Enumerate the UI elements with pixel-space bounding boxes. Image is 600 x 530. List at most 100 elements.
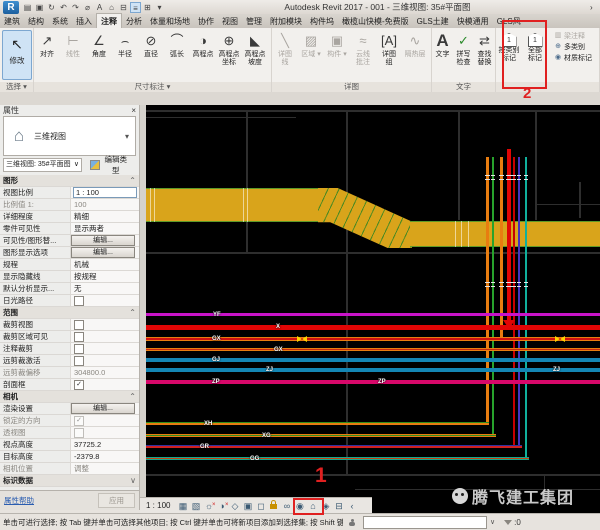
section-icon[interactable]: ⊟ bbox=[118, 2, 129, 13]
value-input[interactable]: 1 : 100 bbox=[73, 187, 137, 198]
close-icon[interactable]: × bbox=[131, 106, 136, 115]
对齐-button[interactable]: ↗对齐 bbox=[34, 29, 60, 82]
duct-right-segment[interactable] bbox=[410, 221, 600, 247]
tab-快模通用[interactable]: 快模通用 bbox=[453, 14, 493, 28]
edit-button[interactable]: 编辑... bbox=[71, 403, 135, 414]
property-row-比例值 1:[interactable]: 比例值 1:100 bbox=[0, 199, 139, 211]
filter-icon[interactable] bbox=[504, 520, 512, 525]
property-row-规程[interactable]: 规程机械 bbox=[0, 259, 139, 271]
temp-hide-isolate-icon[interactable]: ∞ bbox=[280, 499, 293, 513]
riser-3[interactable] bbox=[500, 157, 503, 339]
property-row-默认分析显示...[interactable]: 默认分析显示...无 bbox=[0, 283, 139, 295]
edit-button[interactable]: 编辑... bbox=[71, 235, 135, 246]
default-3d-view-icon[interactable]: ⌂ bbox=[106, 2, 117, 13]
duct-transition[interactable] bbox=[318, 188, 412, 248]
tab-系统[interactable]: 系统 bbox=[48, 14, 72, 28]
view-canvas[interactable]: YFXGXGXGJZJZJZPZPXHXGGRGG 腾飞建工集团 bbox=[146, 105, 600, 513]
tab-注释[interactable]: 注释 bbox=[96, 13, 122, 28]
close-inactive-icon[interactable]: ⊞ bbox=[142, 2, 153, 13]
文字-button[interactable]: A文字 bbox=[432, 29, 453, 82]
checkbox[interactable]: ✓ bbox=[74, 380, 84, 390]
measure-icon[interactable]: ⌀ bbox=[82, 2, 93, 13]
chevron-down-icon[interactable]: ∨ bbox=[487, 518, 498, 526]
checkbox[interactable] bbox=[74, 344, 84, 354]
tab-构件坞[interactable]: 构件坞 bbox=[306, 14, 338, 28]
property-row-显示隐藏线[interactable]: 显示隐藏线按规程 bbox=[0, 271, 139, 283]
高程点坐标-button[interactable]: ⊕高程点 坐标 bbox=[216, 29, 242, 82]
checkbox[interactable] bbox=[74, 296, 84, 306]
高程点-button[interactable]: ◑高程点 bbox=[190, 29, 216, 82]
checkbox[interactable] bbox=[74, 356, 84, 366]
property-row-零件可见性[interactable]: 零件可见性显示两者 bbox=[0, 223, 139, 235]
checkbox[interactable] bbox=[74, 428, 84, 438]
visual-style-icon[interactable]: ▧ bbox=[189, 499, 202, 513]
tab-插入[interactable]: 插入 bbox=[72, 14, 96, 28]
property-row-远剪裁偏移[interactable]: 远剪裁偏移304800.0 bbox=[0, 367, 139, 379]
多类别-button[interactable]: ⊕多类别 bbox=[554, 42, 600, 51]
status-search-input[interactable] bbox=[363, 516, 487, 529]
checkbox[interactable]: ✓ bbox=[74, 416, 84, 426]
拼写检查-button[interactable]: ✓拼写 检查 bbox=[453, 29, 474, 82]
checkbox[interactable] bbox=[74, 332, 84, 342]
detail-level-icon[interactable]: ▦ bbox=[176, 499, 189, 513]
titlebar-overflow-icon[interactable]: › bbox=[590, 3, 600, 12]
tab-视图[interactable]: 视图 bbox=[218, 14, 242, 28]
property-row-锁定的方向[interactable]: 锁定的方向✓ bbox=[0, 415, 139, 427]
riser-7[interactable] bbox=[525, 157, 527, 458]
checkbox[interactable] bbox=[74, 320, 84, 330]
property-row-可见性/图形替...[interactable]: 可见性/图形替...编辑... bbox=[0, 235, 139, 247]
pipe-XG[interactable] bbox=[146, 434, 496, 437]
text-panel-label[interactable]: 文字 bbox=[432, 82, 495, 92]
高程点坡度-button[interactable]: ◣高程点 坡度 bbox=[242, 29, 268, 82]
apply-button[interactable]: 应用 bbox=[98, 493, 135, 508]
tab-管理[interactable]: 管理 bbox=[242, 14, 266, 28]
property-row-视点高度[interactable]: 视点高度37725.2 bbox=[0, 439, 139, 451]
弧长-button[interactable]: ⌒弧长 bbox=[164, 29, 190, 82]
tab-结构[interactable]: 结构 bbox=[24, 14, 48, 28]
property-row-视图比例[interactable]: 视图比例1 : 100 bbox=[0, 187, 139, 199]
property-row-裁剪区域可见[interactable]: 裁剪区域可见 bbox=[0, 331, 139, 343]
pipe-X[interactable] bbox=[146, 325, 600, 330]
qat-drop-icon[interactable]: ▾ bbox=[154, 2, 165, 13]
undo-icon[interactable]: ↶ bbox=[58, 2, 69, 13]
property-row-详细程度[interactable]: 详细程度精细 bbox=[0, 211, 139, 223]
tab-分析[interactable]: 分析 bbox=[122, 14, 146, 28]
edit-type-button[interactable]: 编辑类型 bbox=[84, 158, 136, 172]
tab-橄榄山快模-免费版[interactable]: 橄榄山快模-免费版 bbox=[338, 14, 413, 28]
expand-icon[interactable]: ‹ bbox=[345, 499, 358, 513]
duct-left-segment[interactable] bbox=[146, 188, 320, 222]
tab-协作[interactable]: 协作 bbox=[194, 14, 218, 28]
edit-button[interactable]: 编辑... bbox=[71, 247, 135, 258]
tab-建筑[interactable]: 建筑 bbox=[0, 14, 24, 28]
crop-view-icon[interactable]: ▣ bbox=[241, 499, 254, 513]
shadows-icon[interactable]: ◑× bbox=[215, 499, 228, 513]
角度-button[interactable]: ∠角度 bbox=[86, 29, 112, 82]
riser-6[interactable] bbox=[518, 157, 520, 446]
材质标记-button[interactable]: ◉材质标记 bbox=[554, 53, 600, 62]
view-scale-control[interactable]: 1 : 100 bbox=[140, 501, 176, 510]
property-row-远剪裁激活[interactable]: 远剪裁激活 bbox=[0, 355, 139, 367]
property-row-图形显示选项[interactable]: 图形显示选项编辑... bbox=[0, 247, 139, 259]
show-crop-icon[interactable]: ◻ bbox=[254, 499, 267, 513]
pipe-ZJ[interactable] bbox=[146, 368, 600, 372]
property-row-透视图[interactable]: 透视图 bbox=[0, 427, 139, 439]
riser-5[interactable] bbox=[513, 157, 515, 446]
sync-icon[interactable]: ↻ bbox=[46, 2, 57, 13]
properties-help-link[interactable]: 属性帮助 bbox=[4, 495, 34, 506]
pipe-GG[interactable] bbox=[146, 457, 529, 460]
sun-path-icon[interactable]: ☼× bbox=[202, 499, 215, 513]
riser-2[interactable] bbox=[492, 157, 494, 435]
application-menu-button[interactable]: R bbox=[3, 1, 19, 14]
modify-button[interactable]: ↖ 修改 bbox=[2, 30, 32, 80]
save-icon[interactable]: ▣ bbox=[34, 2, 45, 13]
text-icon[interactable]: A bbox=[94, 2, 105, 13]
unlock-3d-view-icon[interactable] bbox=[267, 498, 280, 513]
open-icon[interactable]: ▤ bbox=[22, 2, 33, 13]
pipe-XH[interactable] bbox=[146, 422, 489, 425]
dim-panel-label[interactable]: 尺寸标注 ▾ bbox=[34, 82, 271, 92]
property-row-目标高度[interactable]: 目标高度-2379.8 bbox=[0, 451, 139, 463]
type-selector[interactable]: ⌂ 三维视图 ▾ bbox=[3, 116, 136, 156]
tab-GLS土建[interactable]: GLS土建 bbox=[413, 14, 453, 28]
查找替换-button[interactable]: ⇄查找 替换 bbox=[474, 29, 495, 82]
pipe-GX2[interactable] bbox=[146, 348, 600, 351]
